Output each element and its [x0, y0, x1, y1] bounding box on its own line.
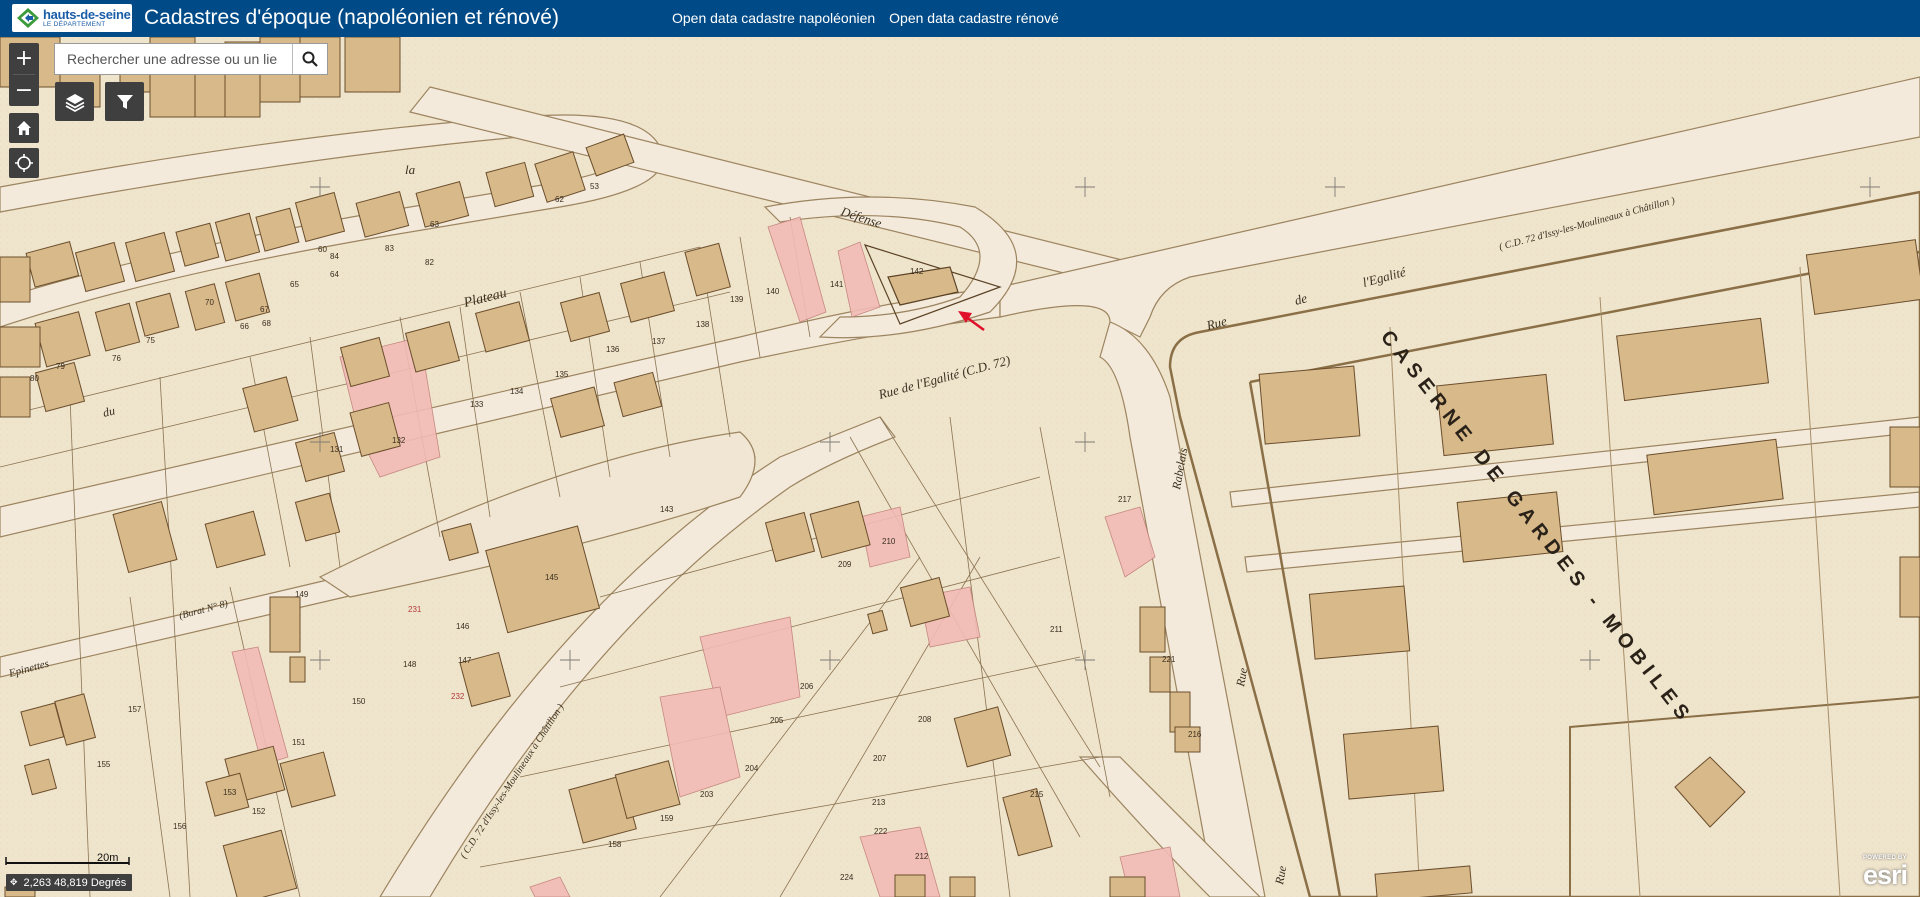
parcel-number: 83 [385, 244, 394, 253]
parcel-number: 206 [800, 682, 814, 691]
search-button[interactable] [292, 44, 327, 74]
logo-name: hauts-de-seine [43, 6, 131, 22]
locate-button[interactable] [9, 148, 39, 178]
locate-icon [15, 154, 33, 172]
parcel-number: 64 [330, 270, 339, 279]
search-icon [302, 51, 318, 67]
parcel-number: 159 [660, 814, 674, 823]
parcel-number: 137 [652, 337, 666, 346]
cadastre-map[interactable]: la Plateau du Défense Rue de l'Egalité (… [0, 37, 1920, 897]
zoom-control: + − [9, 43, 39, 106]
parcel-number: 158 [608, 840, 622, 849]
parcel-number: 139 [730, 295, 744, 304]
parcel-number: 153 [223, 788, 237, 797]
parcel-number: 217 [1118, 495, 1132, 504]
parcel-number: 146 [456, 622, 470, 631]
parcel-number: 145 [545, 573, 559, 582]
parcel-number: 156 [173, 822, 187, 831]
logo-mark-icon [16, 7, 40, 29]
parcel-number: 53 [590, 182, 599, 191]
parcel-number: 141 [830, 280, 844, 289]
parcel-number: 207 [873, 754, 887, 763]
parcel-number: 79 [56, 362, 65, 371]
open-data-napoleonien-link[interactable]: Open data cadastre napoléonien [672, 10, 875, 26]
crosshair-icon: ✥ [10, 877, 18, 887]
parcel-number: 212 [915, 852, 929, 861]
header-links: Open data cadastre napoléonien Open data… [672, 10, 1059, 26]
search-input[interactable] [55, 44, 292, 74]
parcel-number: 203 [700, 790, 714, 799]
filter-icon [116, 94, 133, 109]
home-button[interactable] [9, 113, 39, 143]
parcel-number: 140 [766, 287, 780, 296]
parcel-number: 150 [352, 697, 366, 706]
coordinate-value: 2,263 48,819 Degrés [23, 876, 127, 889]
parcel-number: 75 [146, 336, 155, 345]
parcel-number: 210 [882, 537, 896, 546]
zoom-out-button[interactable]: − [9, 75, 39, 106]
parcel-number: 80 [30, 374, 39, 383]
app-title: Cadastres d'époque (napoléonien et rénov… [144, 6, 559, 29]
parcel-number: 136 [606, 345, 620, 354]
scale-label: 20m [97, 852, 119, 864]
parcel-number: 65 [290, 280, 299, 289]
parcel-number: 66 [240, 322, 249, 331]
parcel-number: 204 [745, 764, 759, 773]
parcel-number: 216 [1188, 730, 1202, 739]
app-header: hauts-de-seine LE DÉPARTEMENT Cadastres … [0, 0, 1920, 37]
parcel-number: 147 [458, 656, 472, 665]
layers-button[interactable] [55, 82, 94, 121]
parcel-number: 155 [97, 760, 111, 769]
parcel-number: 213 [872, 798, 886, 807]
parcel-number: 70 [205, 298, 214, 307]
parcel-number: 68 [262, 319, 271, 328]
parcel-number: 208 [918, 715, 932, 724]
parcel-number: 142 [910, 267, 924, 276]
home-icon [17, 121, 31, 135]
coordinate-readout[interactable]: ✥ 2,263 48,819 Degrés [6, 874, 133, 891]
parcel-number: 60 [318, 245, 327, 254]
filter-button[interactable] [105, 82, 144, 121]
parcel-number: 221 [1162, 655, 1176, 664]
layers-icon [65, 93, 84, 112]
parcel-number: 134 [510, 387, 524, 396]
map-view[interactable]: la Plateau du Défense Rue de l'Egalité (… [0, 37, 1920, 897]
parcel-number: 222 [874, 827, 888, 836]
parcel-number: 148 [403, 660, 417, 669]
parcel-number: 62 [555, 195, 564, 204]
parcel-number: 224 [840, 873, 854, 882]
logo-subtitle: LE DÉPARTEMENT [43, 20, 106, 28]
parcel-number: 215 [1030, 790, 1044, 799]
label-plateau-top: la [405, 162, 416, 177]
esri-attribution[interactable]: POWERED BY esri [1856, 855, 1914, 891]
hauts-de-seine-logo[interactable]: hauts-de-seine LE DÉPARTEMENT [12, 4, 132, 32]
parcel-number: 149 [295, 590, 309, 599]
parcel-number: 209 [838, 560, 852, 569]
parcel-number: 133 [470, 400, 484, 409]
search-box [54, 43, 328, 75]
parcel-number: 84 [330, 252, 339, 261]
parcel-number: 143 [660, 505, 674, 514]
parcel-number: 82 [425, 258, 434, 267]
parcel-number: 76 [112, 354, 121, 363]
parcel-number: 151 [292, 738, 306, 747]
parcel-number: 152 [252, 807, 266, 816]
parcel-number: 67 [260, 305, 269, 314]
parcel-number: 63 [430, 220, 439, 229]
parcel-number: 135 [555, 370, 569, 379]
esri-logo: esri [1862, 860, 1908, 890]
parcel-number: 131 [330, 445, 344, 454]
parcel-number: 232 [451, 692, 465, 701]
parcel-number: 231 [408, 605, 422, 614]
parcel-number: 132 [392, 436, 406, 445]
parcel-number: 205 [770, 716, 784, 725]
open-data-renove-link[interactable]: Open data cadastre rénové [889, 10, 1059, 26]
zoom-in-button[interactable]: + [9, 43, 39, 74]
parcel-number: 138 [696, 320, 710, 329]
parcel-number: 157 [128, 705, 142, 714]
parcel-number: 211 [1050, 625, 1063, 634]
